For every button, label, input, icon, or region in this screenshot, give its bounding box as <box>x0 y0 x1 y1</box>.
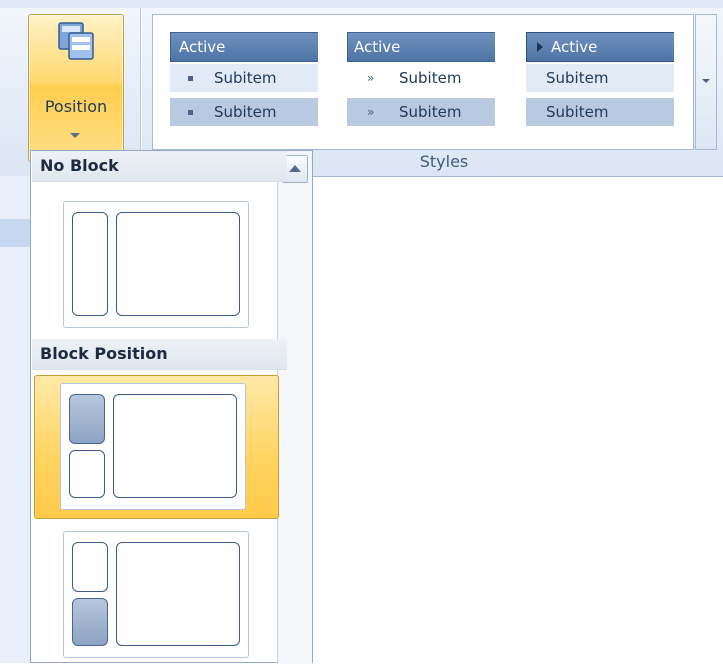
section-header-no-block: No Block <box>32 151 287 182</box>
triangle-right-icon <box>537 42 543 52</box>
layout-option-no-block[interactable] <box>63 201 249 328</box>
layout-sidebar-box <box>72 212 108 316</box>
style-3-subitem-row: Subitem <box>526 64 674 92</box>
style-2-subitem-label: Subitem <box>399 69 462 87</box>
style-1-active-row: Active <box>170 32 318 62</box>
section-header-block-position: Block Position <box>32 339 287 370</box>
chevron-down-icon <box>702 79 710 83</box>
style-option-2[interactable]: Active » Subitem » Subitem <box>347 28 495 150</box>
style-2-active-row: Active <box>347 32 495 62</box>
position-button-label: Position <box>44 97 108 116</box>
style-1-active-label: Active <box>179 38 226 56</box>
layout-content-box <box>113 394 237 498</box>
layout-block-box <box>69 394 105 444</box>
style-3-subitem-label: Subitem <box>546 69 609 87</box>
style-1-subitem-row: Subitem <box>170 64 318 92</box>
double-chevron-icon: » <box>367 71 375 85</box>
layout-sidebar-box <box>72 542 108 592</box>
layout-content-box <box>116 212 240 316</box>
position-button[interactable]: Position <box>28 14 124 162</box>
position-dropdown: No Block Block Position <box>30 150 313 664</box>
gallery-more-button[interactable] <box>695 14 717 150</box>
style-2-subitem-row: » Subitem <box>347 98 495 126</box>
square-bullet-icon <box>188 110 193 115</box>
square-bullet-icon <box>188 76 193 81</box>
layout-option-block-bottom[interactable] <box>63 531 249 658</box>
style-2-subitem-row: » Subitem <box>347 64 495 92</box>
style-option-3[interactable]: Active Subitem Subitem <box>526 28 674 150</box>
left-pane-strip <box>0 176 31 663</box>
chevron-up-icon <box>289 165 301 172</box>
dropdown-scrollbar[interactable] <box>277 151 312 664</box>
layout-tile <box>60 383 246 510</box>
left-pane-selection <box>0 219 30 247</box>
style-3-subitem-label: Subitem <box>546 103 609 121</box>
ribbon-top-border <box>0 0 723 8</box>
style-1-subitem-row: Subitem <box>170 98 318 126</box>
style-1-subitem-label: Subitem <box>214 69 277 87</box>
style-3-active-row: Active <box>526 32 674 62</box>
style-1-subitem-label: Subitem <box>214 103 277 121</box>
layout-content-box <box>116 542 240 646</box>
style-3-subitem-row: Subitem <box>526 98 674 126</box>
style-2-active-label: Active <box>354 38 401 56</box>
chevron-down-icon <box>70 133 80 138</box>
style-2-subitem-label: Subitem <box>399 103 462 121</box>
position-icon <box>58 22 94 60</box>
layout-sidebar-box <box>69 450 105 498</box>
style-option-1[interactable]: Active Subitem Subitem <box>170 28 318 150</box>
layout-block-box <box>72 598 108 646</box>
double-chevron-icon: » <box>367 105 375 119</box>
layout-option-block-top-selected[interactable] <box>34 375 279 519</box>
